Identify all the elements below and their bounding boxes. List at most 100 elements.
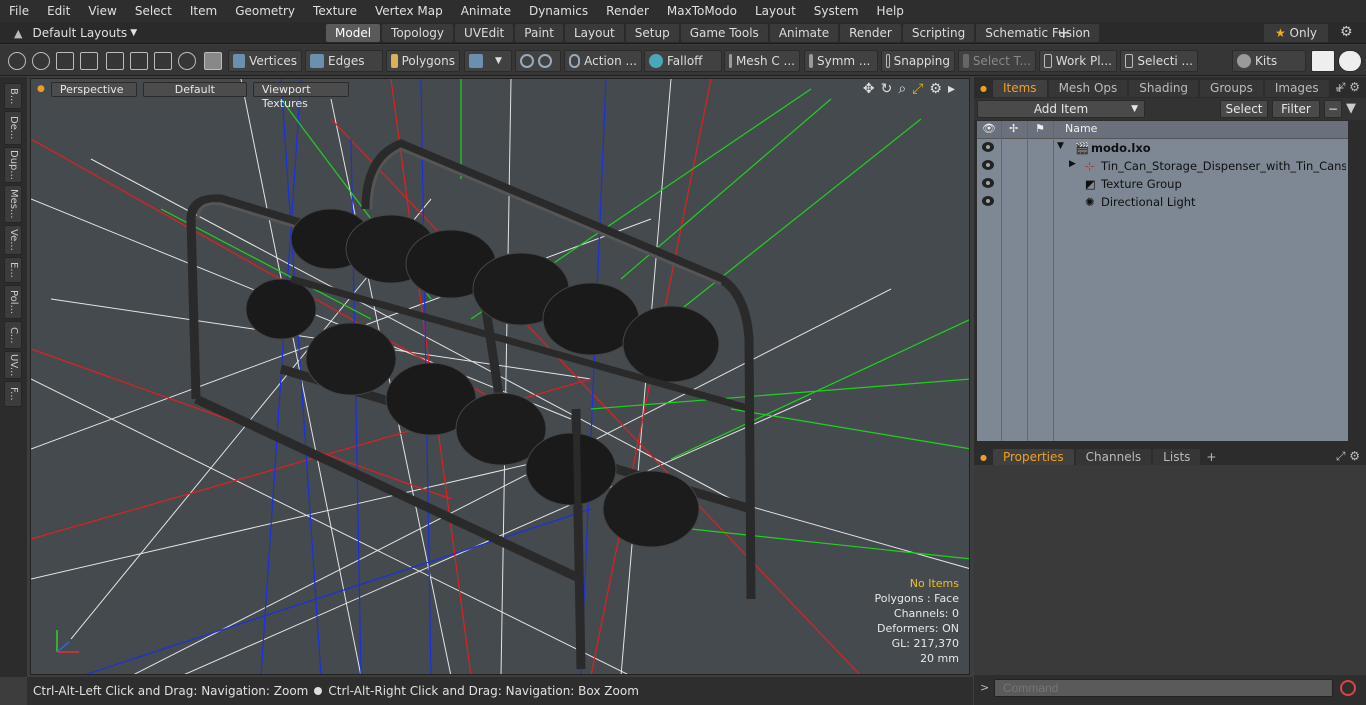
menu-select[interactable]: Select — [126, 0, 181, 22]
vertices-button[interactable]: Vertices — [228, 50, 302, 72]
panel-menu-icon[interactable]: ● — [980, 453, 987, 462]
select-button[interactable]: Select — [1220, 100, 1268, 118]
gear-icon[interactable]: ⚙ — [929, 81, 948, 97]
menu-item[interactable]: Item — [181, 0, 226, 22]
align-icon[interactable] — [106, 52, 124, 70]
viewport-scene[interactable] — [31, 79, 970, 675]
viewport-menu-icon[interactable]: ● — [37, 84, 45, 94]
tab-render[interactable]: Render — [840, 24, 901, 42]
eye-icon[interactable] — [982, 196, 994, 206]
menu-view[interactable]: View — [79, 0, 125, 22]
gear-icon[interactable]: ⚙ — [1340, 24, 1353, 40]
tab-setup[interactable]: Setup — [625, 24, 679, 42]
fit-icon[interactable]: ⤢ — [912, 81, 929, 97]
globe-icon[interactable] — [32, 52, 50, 70]
tree-row-scene[interactable]: ▼ 🎬 modo.lxo — [977, 139, 1348, 157]
tab-game-tools[interactable]: Game Tools — [680, 24, 768, 42]
tab-channels[interactable]: Channels — [1075, 448, 1152, 466]
perspective-button[interactable]: Perspective — [50, 81, 137, 97]
symmetry-button[interactable]: Symm ... — [804, 50, 878, 72]
funnel-icon[interactable]: ▼ — [1346, 101, 1356, 116]
collapse-icon[interactable]: − — [1324, 100, 1342, 118]
tab-deform[interactable]: De... — [4, 111, 22, 145]
tab-animate[interactable]: Animate — [769, 24, 839, 42]
tab-uv[interactable]: UV... — [4, 351, 22, 379]
name-column-header[interactable]: Name — [1065, 122, 1097, 135]
filter-button[interactable]: Filter — [1272, 100, 1320, 118]
shading-default-button[interactable]: Default — [142, 81, 247, 97]
tab-scripting[interactable]: Scripting — [902, 24, 975, 42]
edges-button[interactable]: Edges — [305, 50, 383, 72]
3d-viewport[interactable]: ● Perspective Default Viewport Textures … — [30, 78, 970, 675]
tab-duplicate[interactable]: Dup... — [4, 147, 22, 183]
expand-arrow-icon[interactable]: ▼ — [1057, 141, 1064, 151]
tab-images[interactable]: Images — [1264, 79, 1329, 97]
tab-model[interactable]: Model — [326, 24, 381, 42]
command-input[interactable] — [994, 679, 1333, 697]
menu-help[interactable]: Help — [868, 0, 913, 22]
play-icon[interactable]: ▸ — [948, 81, 961, 97]
menu-animate[interactable]: Animate — [452, 0, 520, 22]
lock-column-icon[interactable]: ✢ — [1009, 122, 1018, 135]
command-history-icon[interactable]: > — [980, 681, 989, 694]
tab-curve[interactable]: C... — [4, 321, 22, 349]
type-column-icon[interactable]: ⚑ — [1035, 122, 1045, 135]
menu-dynamics[interactable]: Dynamics — [520, 0, 597, 22]
tree-row-light[interactable]: ✺ Directional Light — [977, 193, 1348, 211]
eye-icon[interactable] — [982, 142, 994, 152]
snapping-button[interactable]: Snapping — [881, 50, 955, 72]
tab-fusion[interactable]: F... — [4, 381, 22, 407]
move-icon[interactable]: ✥ — [863, 81, 881, 97]
panel-expand-icon[interactable]: ⤢ ⚙ — [1336, 449, 1360, 464]
rotate-view-icon[interactable]: ↻ — [881, 81, 899, 97]
falloff-button[interactable]: Falloff — [644, 50, 722, 72]
snap-sym-buttons[interactable] — [515, 50, 561, 72]
menu-layout[interactable]: Layout — [746, 0, 805, 22]
brush-icon[interactable] — [80, 52, 98, 70]
rotate-icon[interactable] — [178, 52, 196, 70]
viewport-textures-button[interactable]: Viewport Textures — [252, 81, 349, 110]
material-dropdown[interactable]: ▼ — [464, 50, 512, 72]
tab-mesh-edit[interactable]: Mes... — [4, 185, 22, 223]
tree-row-texture-group[interactable]: ◩ Texture Group — [977, 175, 1348, 193]
tab-schematic-fusion[interactable]: Schematic Fusion — [976, 24, 1100, 42]
menu-geometry[interactable]: Geometry — [226, 0, 304, 22]
workplane-button[interactable]: Work Pl... — [1039, 50, 1117, 72]
menu-file[interactable]: File — [0, 0, 38, 22]
menu-edit[interactable]: Edit — [38, 0, 79, 22]
panel-expand-icon[interactable]: ⤢ ⚙ — [1336, 80, 1360, 95]
eye-icon[interactable] — [982, 160, 994, 170]
tab-lists[interactable]: Lists — [1153, 448, 1201, 466]
unreal-icon[interactable] — [1338, 50, 1362, 72]
lasso-icon[interactable] — [56, 52, 74, 70]
tree-row-mesh[interactable]: ▶ ⊹ Tin_Can_Storage_Dispenser_with_Tin_C… — [977, 157, 1348, 175]
menu-system[interactable]: System — [805, 0, 868, 22]
select-through-button[interactable]: Select T... — [958, 50, 1036, 72]
tab-basic[interactable]: B... — [4, 83, 22, 109]
scale-icon[interactable] — [154, 52, 172, 70]
tab-items[interactable]: Items — [992, 79, 1047, 97]
add-tab-icon[interactable]: + — [1206, 450, 1216, 464]
tab-uvedit[interactable]: UVEdit — [455, 24, 514, 42]
tab-edge[interactable]: E... — [4, 257, 22, 283]
tab-shading[interactable]: Shading — [1129, 79, 1199, 97]
kits-button[interactable]: Kits — [1232, 50, 1306, 72]
only-toggle[interactable]: ★ Only — [1264, 24, 1328, 42]
menu-texture[interactable]: Texture — [304, 0, 366, 22]
tab-paint[interactable]: Paint — [515, 24, 563, 42]
menu-maxtomodo[interactable]: MaxToModo — [658, 0, 746, 22]
eye-icon[interactable] — [982, 178, 994, 188]
add-item-button[interactable]: Add Item ▼ — [977, 100, 1145, 118]
unity-icon[interactable] — [1311, 50, 1335, 72]
add-tab-icon[interactable]: + — [1057, 23, 1070, 42]
mesh-constraint-button[interactable]: Mesh C ... — [724, 50, 800, 72]
panel-menu-icon[interactable]: ● — [980, 84, 987, 93]
selection-button[interactable]: Selecti ... — [1120, 50, 1198, 72]
tab-topology[interactable]: Topology — [382, 24, 454, 42]
menu-render[interactable]: Render — [597, 0, 658, 22]
visibility-column-icon[interactable]: 👁 — [982, 122, 996, 135]
menu-vertex-map[interactable]: Vertex Map — [366, 0, 452, 22]
record-icon[interactable] — [1340, 680, 1356, 696]
tab-layout[interactable]: Layout — [564, 24, 624, 42]
item-mode-icon[interactable] — [204, 52, 222, 70]
